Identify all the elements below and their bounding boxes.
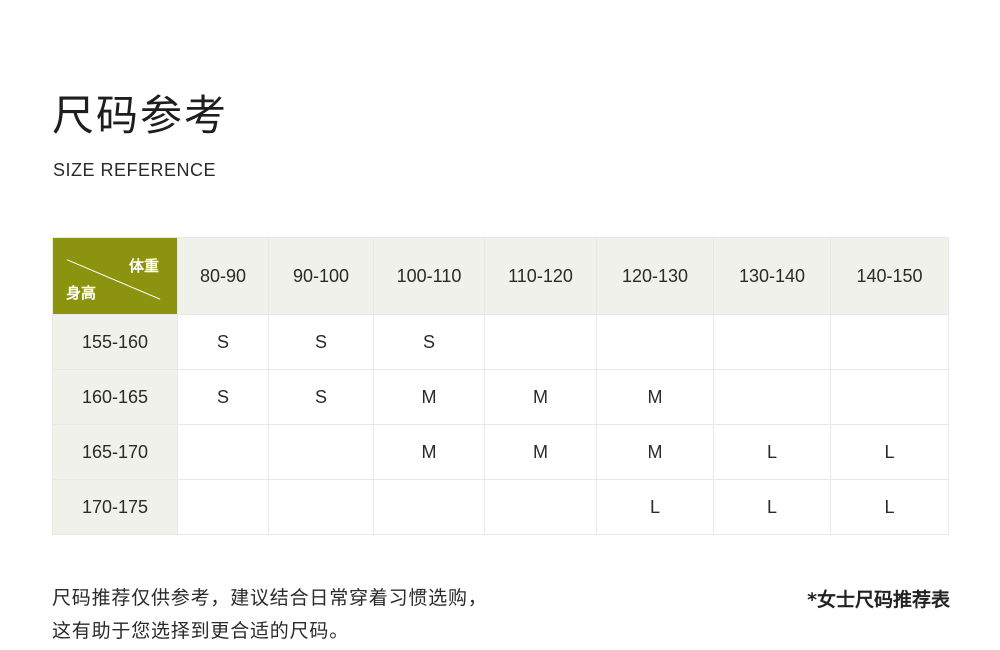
weight-header-cell: 140-150	[830, 237, 949, 315]
size-cell: L	[713, 479, 831, 535]
size-cell: S	[177, 314, 269, 370]
size-cell: L	[713, 424, 831, 480]
size-cell	[596, 314, 714, 370]
size-cell	[830, 314, 949, 370]
size-cell: M	[484, 369, 597, 425]
size-cell	[268, 424, 374, 480]
size-cell: M	[373, 369, 485, 425]
size-cell: L	[830, 479, 949, 535]
size-cell	[830, 369, 949, 425]
weight-header-cell: 110-120	[484, 237, 597, 315]
size-advice-note: 尺码推荐仅供参考，建议结合日常穿着习惯选购， 这有助于您选择到更合适的尺码。	[52, 582, 488, 648]
table-row: 155-160 S S S	[52, 314, 949, 370]
size-cell: S	[268, 369, 374, 425]
weight-header-cell: 130-140	[713, 237, 831, 315]
size-cell	[177, 424, 269, 480]
size-cell: M	[596, 424, 714, 480]
corner-header-cell: 体重 身高	[52, 237, 178, 315]
height-cell: 170-175	[52, 479, 178, 535]
table-row: 165-170 M M M L L	[52, 424, 949, 480]
size-cell: M	[373, 424, 485, 480]
weight-axis-label: 体重	[128, 257, 159, 275]
size-cell: S	[373, 314, 485, 370]
size-cell: M	[484, 424, 597, 480]
size-chart-table: 体重 身高 80-90 90-100 100-110 110-120 120-1…	[52, 237, 949, 535]
page-subtitle: SIZE REFERENCE	[53, 160, 217, 180]
weight-header-cell: 80-90	[177, 237, 269, 315]
size-cell: L	[830, 424, 949, 480]
weight-header-row: 体重 身高 80-90 90-100 100-110 110-120 120-1…	[52, 237, 949, 315]
chart-type-tag: *女士尺码推荐表	[807, 589, 950, 611]
size-cell	[484, 314, 597, 370]
size-cell: L	[596, 479, 714, 535]
size-cell: S	[268, 314, 374, 370]
height-cell: 165-170	[52, 424, 178, 480]
size-cell	[268, 479, 374, 535]
note-line: 这有助于您选择到更合适的尺码。	[52, 620, 350, 642]
weight-header-cell: 100-110	[373, 237, 485, 315]
table-row: 160-165 S S M M M	[52, 369, 949, 425]
height-cell: 155-160	[52, 314, 178, 370]
table-row: 170-175 L L L	[52, 479, 949, 535]
diagonal-divider	[66, 259, 161, 300]
weight-header-cell: 120-130	[596, 237, 714, 315]
height-cell: 160-165	[52, 369, 178, 425]
weight-header-cell: 90-100	[268, 237, 374, 315]
size-cell: S	[177, 369, 269, 425]
note-line: 尺码推荐仅供参考，建议结合日常穿着习惯选购，	[52, 587, 488, 609]
size-cell	[177, 479, 269, 535]
size-cell	[713, 369, 831, 425]
size-cell	[713, 314, 831, 370]
page-title: 尺码参考	[52, 91, 229, 140]
size-cell	[373, 479, 485, 535]
size-cell: M	[596, 369, 714, 425]
height-axis-label: 身高	[66, 284, 97, 302]
size-cell	[484, 479, 597, 535]
